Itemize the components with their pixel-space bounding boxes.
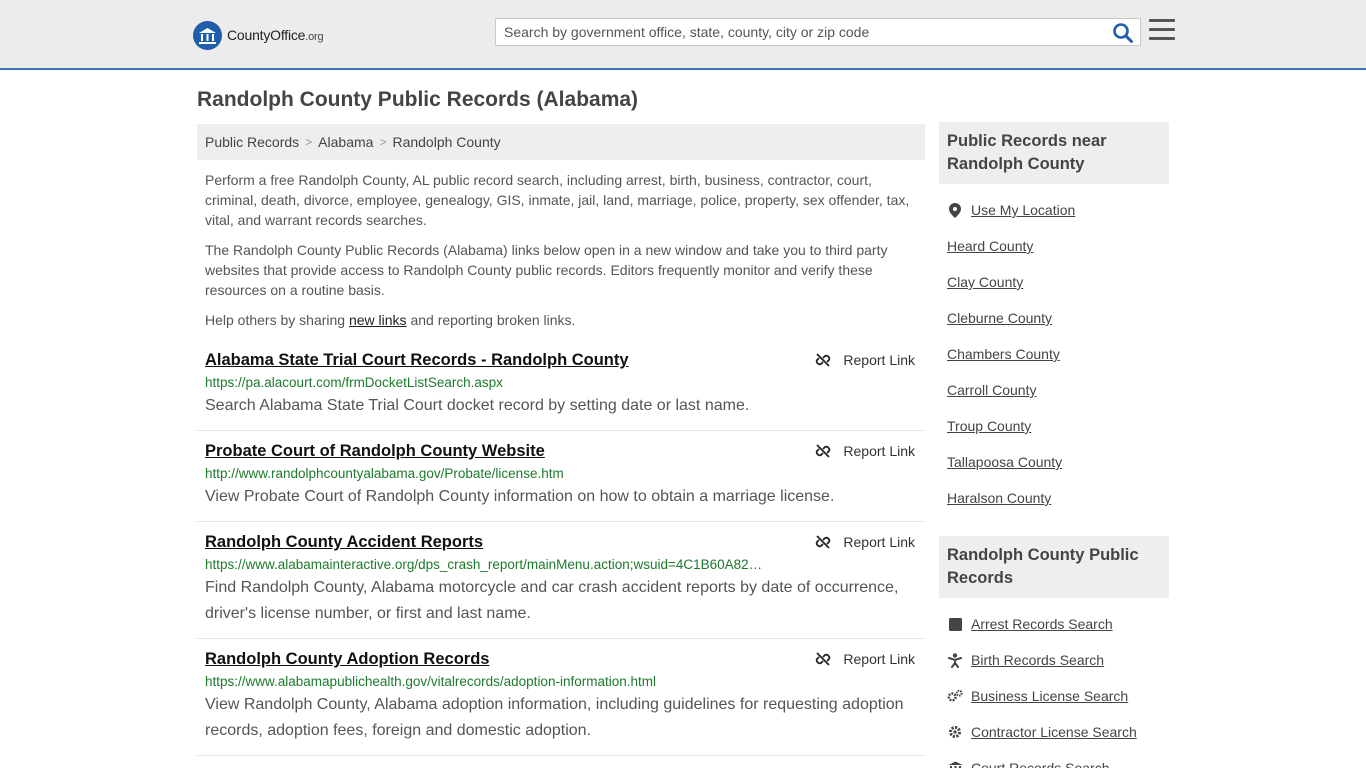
record-type-link[interactable]: Birth Records Search — [971, 652, 1104, 668]
nearby-county-link[interactable]: Chambers County — [947, 346, 1060, 362]
result-description: View Probate Court of Randolph County in… — [205, 488, 835, 505]
nearby-county-link[interactable]: Haralson County — [947, 490, 1051, 506]
intro-paragraph-3: Help others by sharing new links and rep… — [205, 312, 576, 328]
record-type-item: Business License Search — [939, 678, 1169, 714]
page-title: Randolph County Public Records (Alabama) — [197, 88, 639, 111]
map-pin-icon — [947, 202, 963, 218]
search-bar — [495, 18, 1141, 46]
gear-icon — [947, 725, 963, 739]
nearby-county-item: Carroll County — [939, 372, 1169, 408]
new-links-link[interactable]: new links — [349, 312, 407, 328]
nearby-county-link[interactable]: Clay County — [947, 274, 1023, 290]
top-header: CountyOffice.org — [0, 0, 1366, 70]
report-link-button[interactable]: Report Link — [815, 352, 915, 368]
site-logo[interactable]: CountyOffice.org — [193, 20, 324, 50]
nearby-county-link[interactable]: Heard County — [947, 238, 1033, 254]
result-item: Probate Court of Randolph County Website… — [197, 431, 925, 522]
record-type-item: Contractor License Search — [939, 714, 1169, 750]
record-type-link[interactable]: Business License Search — [971, 688, 1128, 704]
breadcrumb-current: Randolph County — [392, 134, 501, 150]
result-url: https://www.alabamainteractive.org/dps_c… — [205, 557, 763, 572]
sidebar-records: Randolph County Public Records Arrest Re… — [939, 536, 1169, 768]
result-url: http://www.randolphcountyalabama.gov/Pro… — [205, 466, 564, 481]
nearby-county-item: Troup County — [939, 408, 1169, 444]
nearby-county-item: Tallapoosa County — [939, 444, 1169, 480]
result-title-link[interactable]: Randolph County Adoption Records — [205, 649, 489, 669]
logo-text: CountyOffice.org — [227, 27, 324, 43]
intro-paragraph-2: The Randolph County Public Records (Alab… — [205, 242, 888, 298]
records-list: Arrest Records Search Birth Records Sear… — [939, 606, 1169, 768]
gears-icon — [947, 689, 963, 703]
result-url: https://www.alabamapublichealth.gov/vita… — [205, 674, 656, 689]
breadcrumb-alabama[interactable]: Alabama — [318, 134, 373, 150]
breadcrumb-public-records[interactable]: Public Records — [205, 134, 299, 150]
nearby-county-link[interactable]: Tallapoosa County — [947, 454, 1062, 470]
nearby-county-item: Haralson County — [939, 480, 1169, 516]
use-my-location-link[interactable]: Use My Location — [971, 202, 1075, 218]
square-icon — [947, 617, 963, 631]
chevron-right-icon: > — [379, 135, 387, 149]
broken-link-icon — [816, 535, 831, 549]
result-description: Find Randolph County, Alabama motorcycle… — [205, 579, 899, 622]
chevron-right-icon: > — [305, 135, 313, 149]
broken-link-icon — [816, 444, 831, 458]
nearby-county-link[interactable]: Carroll County — [947, 382, 1036, 398]
search-icon[interactable] — [1112, 22, 1134, 44]
records-heading: Randolph County Public Records — [939, 536, 1169, 598]
intro-paragraph-1: Perform a free Randolph County, AL publi… — [205, 172, 910, 228]
result-description: View Randolph County, Alabama adoption i… — [205, 696, 904, 739]
broken-link-icon — [816, 353, 831, 367]
courthouse-icon — [947, 761, 963, 768]
logo-seal-icon — [193, 20, 222, 50]
record-type-link[interactable]: Contractor License Search — [971, 724, 1137, 740]
record-type-link[interactable]: Court Records Search — [971, 760, 1110, 768]
report-link-button[interactable]: Report Link — [815, 443, 915, 459]
report-link-button[interactable]: Report Link — [815, 651, 915, 667]
result-item: Randolph County Accident Reports Report … — [197, 522, 925, 639]
nearby-county-item: Heard County — [939, 228, 1169, 264]
search-input[interactable] — [496, 19, 1106, 45]
nearby-county-item: Chambers County — [939, 336, 1169, 372]
sidebar-nearby: Public Records near Randolph County Use … — [939, 122, 1169, 516]
nearby-county-item: Clay County — [939, 264, 1169, 300]
record-type-item: Arrest Records Search — [939, 606, 1169, 642]
breadcrumb: Public Records > Alabama > Randolph Coun… — [197, 124, 925, 160]
report-link-button[interactable]: Report Link — [815, 534, 915, 550]
use-location-item: Use My Location — [939, 192, 1169, 228]
hamburger-menu-icon[interactable] — [1149, 19, 1175, 43]
result-title-link[interactable]: Probate Court of Randolph County Website — [205, 441, 545, 461]
nearby-heading: Public Records near Randolph County — [939, 122, 1169, 184]
result-description: Search Alabama State Trial Court docket … — [205, 397, 750, 414]
result-title-link[interactable]: Randolph County Accident Reports — [205, 532, 483, 552]
result-item: Alabama State Trial Court Records - Rand… — [197, 340, 925, 431]
nearby-list: Use My Location Heard County Clay County… — [939, 192, 1169, 516]
result-title-link[interactable]: Alabama State Trial Court Records - Rand… — [205, 350, 629, 370]
record-type-item: Court Records Search — [939, 750, 1169, 768]
record-type-item: Birth Records Search — [939, 642, 1169, 678]
nearby-county-link[interactable]: Troup County — [947, 418, 1031, 434]
nearby-county-link[interactable]: Cleburne County — [947, 310, 1052, 326]
broken-link-icon — [816, 652, 831, 666]
result-item: Randolph County Adoption Records Report … — [197, 639, 925, 756]
record-type-link[interactable]: Arrest Records Search — [971, 616, 1113, 632]
result-url: https://pa.alacourt.com/frmDocketListSea… — [205, 375, 503, 390]
nearby-county-item: Cleburne County — [939, 300, 1169, 336]
baby-icon — [947, 652, 963, 668]
results-list: Alabama State Trial Court Records - Rand… — [197, 340, 925, 756]
